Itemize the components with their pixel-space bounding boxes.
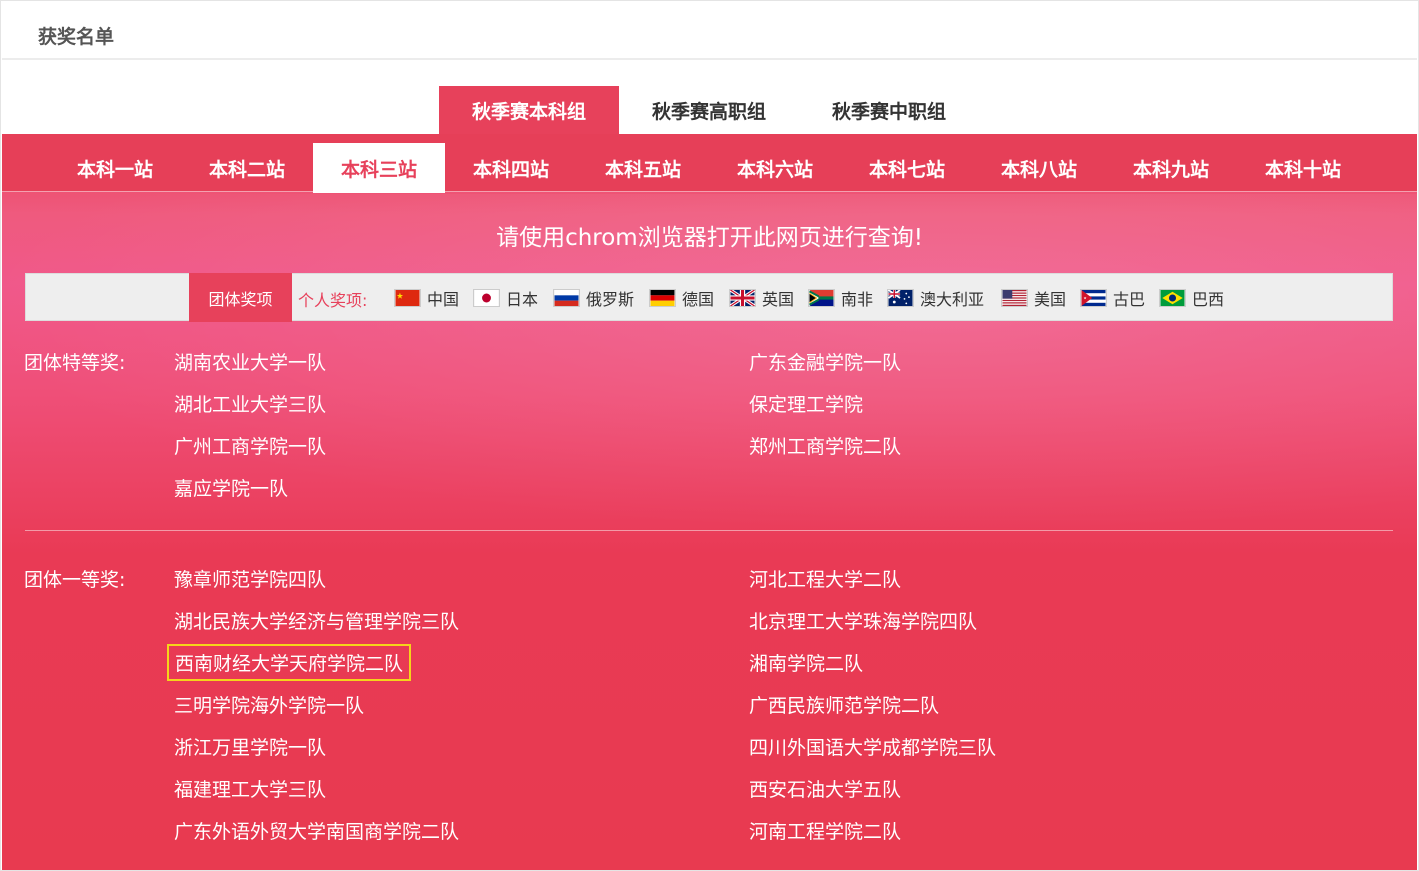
team-name[interactable]: 北京理工大学珠海学院四队 bbox=[749, 607, 977, 634]
usa-flag-icon bbox=[1001, 289, 1028, 307]
country-label: 南非 bbox=[841, 290, 874, 309]
country-label: 中国 bbox=[427, 290, 460, 309]
station-tabs: 本科一站 本科二站 本科三站 本科四站 本科五站 本科六站 本科七站 本科八站 … bbox=[2, 134, 1417, 193]
team-name[interactable]: 河北工程大学二队 bbox=[749, 565, 901, 592]
team-name[interactable]: 广州工商学院一队 bbox=[174, 432, 326, 459]
station-tab-10[interactable]: 本科十站 bbox=[1237, 143, 1369, 193]
team-name[interactable]: 湖南农业大学一队 bbox=[174, 348, 326, 375]
station-tab-7[interactable]: 本科七站 bbox=[841, 143, 973, 193]
country-usa[interactable]: 美国 bbox=[1001, 286, 1066, 310]
team-name[interactable]: 嘉应学院一队 bbox=[174, 474, 288, 501]
team-name[interactable]: 广东金融学院一队 bbox=[749, 348, 901, 375]
team-name[interactable]: 湘南学院二队 bbox=[749, 649, 863, 676]
team-name[interactable]: 广西民族师范学院二队 bbox=[749, 691, 939, 718]
station-tab-9[interactable]: 本科九站 bbox=[1105, 143, 1237, 193]
team-name[interactable]: 三明学院海外学院一队 bbox=[174, 691, 364, 718]
country-russia[interactable]: 俄罗斯 bbox=[553, 286, 634, 310]
country-label: 德国 bbox=[682, 290, 715, 309]
station-tab-3[interactable]: 本科三站 bbox=[313, 143, 445, 193]
team-name[interactable]: 西安石油大学五队 bbox=[749, 775, 901, 802]
individual-award-label: 个人奖项: bbox=[298, 291, 368, 310]
station-tab-1[interactable]: 本科一站 bbox=[49, 143, 181, 193]
station-tab-2[interactable]: 本科二站 bbox=[181, 143, 313, 193]
team-award-button[interactable]: 团体奖项 bbox=[189, 273, 292, 322]
team-name[interactable]: 郑州工商学院二队 bbox=[749, 432, 901, 459]
country-label: 俄罗斯 bbox=[586, 290, 635, 309]
team-name[interactable]: 湖北民族大学经济与管理学院三队 bbox=[174, 607, 459, 634]
grand-prize-label: 团体特等奖: bbox=[24, 352, 126, 374]
country-brazil[interactable]: 巴西 bbox=[1159, 286, 1224, 310]
country-australia[interactable]: 澳大利亚 bbox=[887, 286, 984, 310]
japan-flag-icon bbox=[473, 289, 500, 307]
station-tab-4[interactable]: 本科四站 bbox=[445, 143, 577, 193]
team-name[interactable]: 豫章师范学院四队 bbox=[174, 565, 326, 592]
station-tab-5[interactable]: 本科五站 bbox=[577, 143, 709, 193]
team-name[interactable]: 四川外国语大学成都学院三队 bbox=[749, 733, 996, 760]
russia-flag-icon bbox=[553, 289, 580, 307]
tab-autumn-vocational-college[interactable]: 秋季赛高职组 bbox=[619, 86, 799, 134]
tab-autumn-secondary-vocational[interactable]: 秋季赛中职组 bbox=[799, 86, 979, 134]
section-divider bbox=[25, 530, 1393, 531]
uk-flag-icon bbox=[729, 289, 756, 307]
country-south-africa[interactable]: 南非 bbox=[808, 286, 873, 310]
country-label: 英国 bbox=[762, 290, 795, 309]
team-name[interactable]: 浙江万里学院一队 bbox=[174, 733, 326, 760]
team-name[interactable]: 河南工程学院二队 bbox=[749, 817, 901, 844]
group-tabs: 秋季赛本科组 秋季赛高职组 秋季赛中职组 bbox=[0, 86, 1419, 134]
germany-flag-icon bbox=[649, 289, 676, 307]
country-germany[interactable]: 德国 bbox=[649, 286, 714, 310]
station-tab-6[interactable]: 本科六站 bbox=[709, 143, 841, 193]
team-name[interactable]: 湖北工业大学三队 bbox=[174, 390, 326, 417]
country-label: 古巴 bbox=[1113, 290, 1146, 309]
country-label: 巴西 bbox=[1192, 290, 1225, 309]
country-uk[interactable]: 英国 bbox=[729, 286, 794, 310]
south-africa-flag-icon bbox=[808, 289, 835, 307]
results-panel: 本科一站 本科二站 本科三站 本科四站 本科五站 本科六站 本科七站 本科八站 … bbox=[2, 134, 1417, 871]
browser-notice: 请使用chrom浏览器打开此网页进行查询! bbox=[496, 225, 923, 251]
header-bar: 获奖名单 bbox=[2, 2, 1417, 60]
team-name[interactable]: 保定理工学院 bbox=[749, 390, 863, 417]
first-prize-label: 团体一等奖: bbox=[24, 569, 126, 591]
team-name-highlighted[interactable]: 西南财经大学天府学院二队 bbox=[166, 644, 412, 681]
tab-autumn-undergraduate[interactable]: 秋季赛本科组 bbox=[439, 86, 619, 134]
country-china[interactable]: 中国 bbox=[394, 286, 459, 310]
award-filter-bar: 团体奖项 个人奖项: 中国 日本 俄罗斯 德国 英国 南非 澳大利亚 美国 古巴… bbox=[25, 273, 1393, 322]
country-cuba[interactable]: 古巴 bbox=[1080, 286, 1145, 310]
country-japan[interactable]: 日本 bbox=[473, 286, 538, 310]
cuba-flag-icon bbox=[1080, 289, 1107, 307]
station-tab-8[interactable]: 本科八站 bbox=[973, 143, 1105, 193]
team-name[interactable]: 福建理工大学三队 bbox=[174, 775, 326, 802]
country-label: 日本 bbox=[506, 290, 539, 309]
australia-flag-icon bbox=[887, 289, 914, 307]
country-label: 美国 bbox=[1034, 290, 1067, 309]
country-label: 澳大利亚 bbox=[920, 290, 985, 309]
china-flag-icon bbox=[394, 289, 421, 307]
team-name[interactable]: 广东外语外贸大学南国商学院二队 bbox=[174, 817, 459, 844]
brazil-flag-icon bbox=[1159, 289, 1186, 307]
page-title: 获奖名单 bbox=[38, 26, 115, 48]
